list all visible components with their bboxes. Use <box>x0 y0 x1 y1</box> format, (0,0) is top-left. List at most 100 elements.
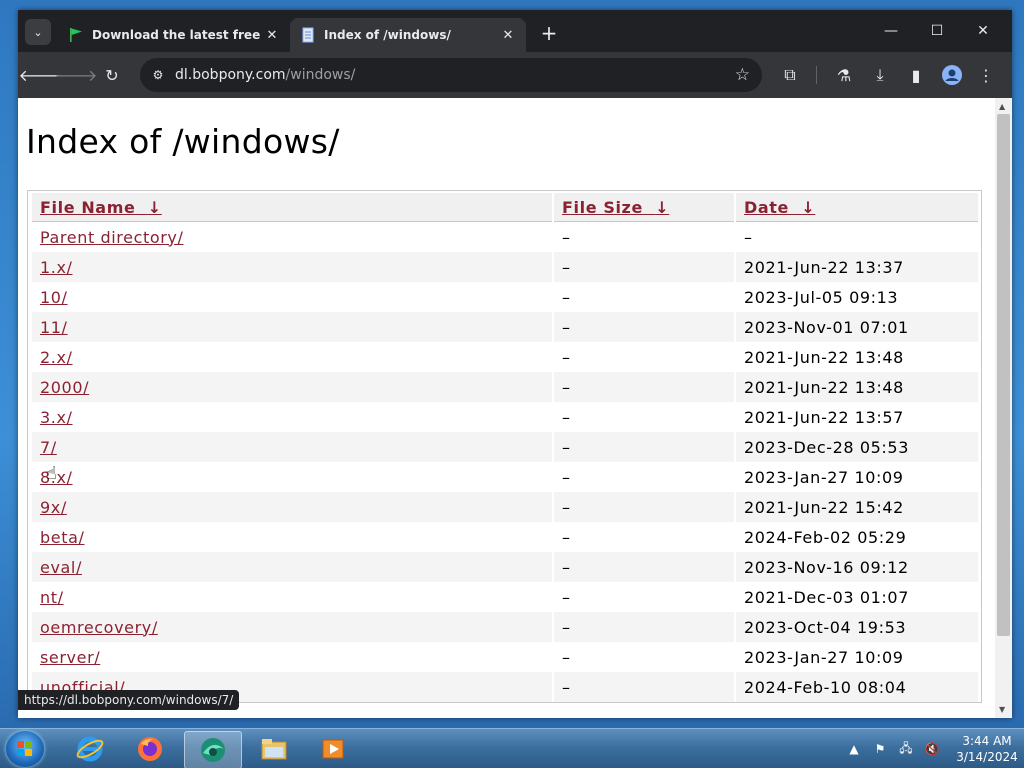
taskbar: ▲ ⚑ 🖧 🔇 3:44 AM 3/14/2024 <box>0 728 1024 768</box>
new-tab-button[interactable]: + <box>536 20 562 46</box>
system-tray: ▲ ⚑ 🖧 🔇 3:44 AM 3/14/2024 <box>838 729 1018 768</box>
site-info-icon[interactable]: ⚙ <box>148 65 168 85</box>
show-hidden-icons-arrow-icon[interactable]: ▲ <box>844 739 864 759</box>
browser-window: ⌄ Download the latest free trial v ✕ Ind… <box>18 10 1012 718</box>
file-name-cell: nt/ <box>32 582 552 612</box>
file-link[interactable]: 1.x/ <box>40 258 73 277</box>
start-button[interactable] <box>6 731 44 767</box>
file-link[interactable]: oemrecovery/ <box>40 618 158 637</box>
labs-flask-icon[interactable]: ⚗ <box>830 61 858 89</box>
sort-file-name-link[interactable]: File Name ↓ <box>40 198 162 217</box>
hand-cursor-icon: ☝ <box>46 463 57 484</box>
tab-strip: ⌄ Download the latest free trial v ✕ Ind… <box>18 10 1012 52</box>
sort-date-link[interactable]: Date ↓ <box>744 198 815 217</box>
close-window-button[interactable]: ✕ <box>960 18 1006 44</box>
firefox-icon <box>138 737 162 761</box>
action-center-flag-icon[interactable]: ⚑ <box>870 739 890 759</box>
back-button[interactable]: 🡐 <box>19 61 62 89</box>
minimize-button[interactable]: — <box>868 18 914 44</box>
file-link[interactable]: 2.x/ <box>40 348 73 367</box>
file-link[interactable]: nt/ <box>40 588 64 607</box>
file-size-cell: – <box>554 492 734 522</box>
table-row: 9x/ –2021-Jun-22 15:42 <box>32 492 978 522</box>
file-name-cell: 10/ <box>32 282 552 312</box>
file-link[interactable]: 7/ <box>40 438 57 457</box>
menu-kebab-icon[interactable]: ⋮ <box>972 61 1000 89</box>
extensions-icon[interactable]: ⧉ <box>776 61 804 89</box>
file-date-cell: 2021-Jun-22 13:48 <box>736 342 978 372</box>
close-tab-icon[interactable]: ✕ <box>500 28 516 43</box>
file-name-cell: 7/ <box>32 432 552 462</box>
table-row: oemrecovery/ –2023-Oct-04 19:53 <box>32 612 978 642</box>
tab-title: Download the latest free trial v <box>92 28 264 42</box>
browser-app-icon <box>201 738 225 762</box>
download-icon[interactable]: ⤓ <box>866 61 894 89</box>
table-row: server/ –2023-Jan-27 10:09 <box>32 642 978 672</box>
browser-taskbar-button[interactable] <box>184 731 242 768</box>
table-row: 2000/ –2021-Jun-22 13:48 <box>32 372 978 402</box>
file-link[interactable]: Parent directory/ <box>40 228 183 247</box>
file-date-cell: 2023-Dec-28 05:53 <box>736 432 978 462</box>
table-row: 1.x/ –2021-Jun-22 13:37 <box>32 252 978 282</box>
table-row: Parent directory/ – – <box>32 222 978 252</box>
file-date-cell: 2023-Nov-01 07:01 <box>736 312 978 342</box>
volume-muted-icon[interactable]: 🔇 <box>922 739 942 759</box>
file-size-cell: – <box>554 282 734 312</box>
bookmark-star-icon[interactable]: ☆ <box>735 65 750 85</box>
file-size-cell: – <box>554 672 734 702</box>
network-icon[interactable]: 🖧 <box>896 739 916 759</box>
column-header-file-size[interactable]: File Size ↓ <box>554 193 734 222</box>
url-text[interactable]: dl.bobpony.com/windows/ <box>175 67 355 83</box>
file-date-cell: 2024-Feb-10 08:04 <box>736 672 978 702</box>
profile-avatar[interactable] <box>938 61 966 89</box>
scrollbar-thumb[interactable] <box>997 114 1010 636</box>
tab-download-trial[interactable]: Download the latest free trial v ✕ <box>58 18 290 52</box>
file-date-cell: 2021-Jun-22 13:37 <box>736 252 978 282</box>
tab-index-windows[interactable]: Index of /windows/ ✕ <box>290 18 526 52</box>
sort-file-size-link[interactable]: File Size ↓ <box>562 198 669 217</box>
file-link[interactable]: 10/ <box>40 288 68 307</box>
file-name-cell: 11/ <box>32 312 552 342</box>
file-link[interactable]: 9x/ <box>40 498 67 517</box>
clock[interactable]: 3:44 AM 3/14/2024 <box>956 733 1018 765</box>
vertical-scrollbar[interactable]: ▲ ▼ <box>995 98 1012 718</box>
scroll-down-arrow-icon[interactable]: ▼ <box>999 705 1005 714</box>
reload-button[interactable]: ↻ <box>98 61 126 89</box>
media-player-icon <box>322 739 344 759</box>
file-explorer-taskbar-button[interactable] <box>246 731 302 767</box>
file-link[interactable]: 2000/ <box>40 378 89 397</box>
browser-toolbar: 🡐 🡒 ↻ ⚙ dl.bobpony.com/windows/ ☆ ⧉ ⚗ ⤓ … <box>18 52 1012 98</box>
maximize-button[interactable]: ☐ <box>914 18 960 44</box>
table-row: beta/ –2024-Feb-02 05:29 <box>32 522 978 552</box>
file-name-cell: 8.x/ <box>32 462 552 492</box>
tab-search-button[interactable]: ⌄ <box>25 19 51 45</box>
file-size-cell: – <box>554 612 734 642</box>
side-panel-icon[interactable]: ▮ <box>902 61 930 89</box>
file-date-cell: 2023-Oct-04 19:53 <box>736 612 978 642</box>
file-link[interactable]: server/ <box>40 648 100 667</box>
column-header-file-name[interactable]: File Name ↓ <box>32 193 552 222</box>
internet-explorer-taskbar-button[interactable] <box>62 731 118 767</box>
firefox-taskbar-button[interactable] <box>122 731 178 767</box>
file-size-cell: – <box>554 402 734 432</box>
column-header-date[interactable]: Date ↓ <box>736 193 978 222</box>
close-tab-icon[interactable]: ✕ <box>264 28 280 43</box>
file-link[interactable]: beta/ <box>40 528 84 547</box>
table-row: eval/ –2023-Nov-16 09:12 <box>32 552 978 582</box>
table-row: 7/ –2023-Dec-28 05:53 <box>32 432 978 462</box>
file-size-cell: – <box>554 432 734 462</box>
scroll-up-arrow-icon[interactable]: ▲ <box>999 102 1005 111</box>
file-link[interactable]: 3.x/ <box>40 408 73 427</box>
file-name-cell: 3.x/ <box>32 402 552 432</box>
forward-button[interactable]: 🡒 <box>55 61 98 89</box>
internet-explorer-icon <box>76 736 104 762</box>
file-link[interactable]: 11/ <box>40 318 68 337</box>
file-name-cell: 1.x/ <box>32 252 552 282</box>
media-player-taskbar-button[interactable] <box>306 731 362 767</box>
address-bar[interactable]: ⚙ dl.bobpony.com/windows/ ☆ <box>140 58 762 92</box>
file-size-cell: – <box>554 372 734 402</box>
clock-time: 3:44 AM <box>962 734 1012 748</box>
file-link[interactable]: eval/ <box>40 558 82 577</box>
file-name-cell: oemrecovery/ <box>32 612 552 642</box>
document-icon <box>302 27 314 43</box>
